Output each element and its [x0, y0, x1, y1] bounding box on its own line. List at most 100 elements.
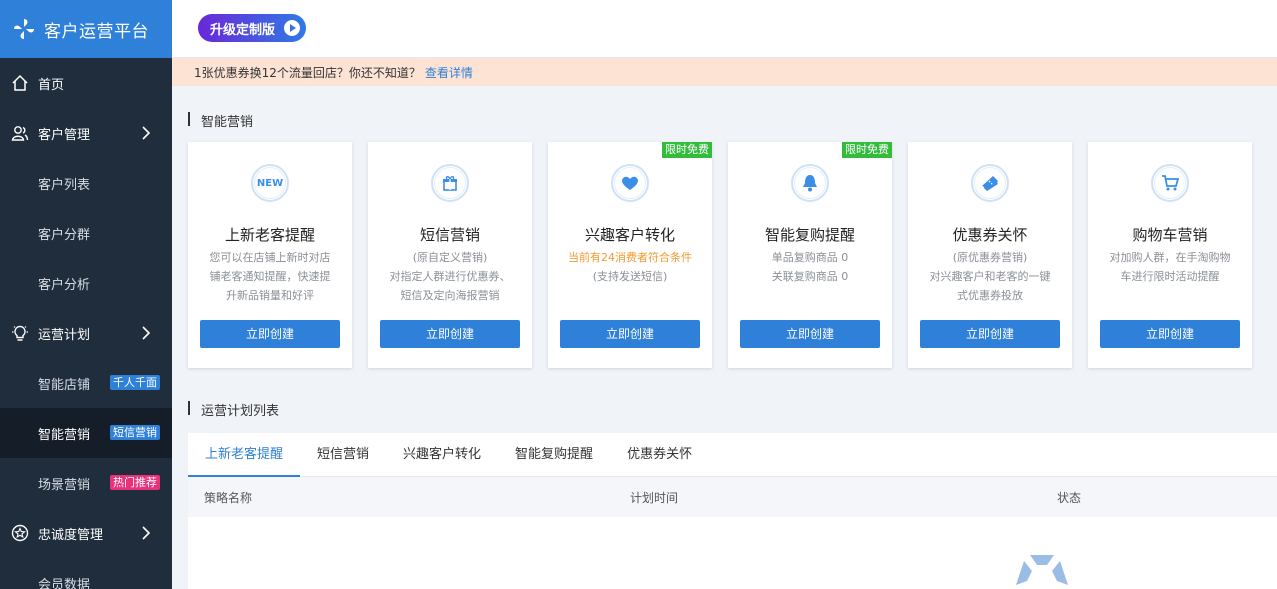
card-title: 短信营销 — [419, 226, 480, 244]
card-description-line: 式优惠券投放 — [957, 289, 1023, 302]
column-header-status: 状态 — [1057, 491, 1082, 505]
card-description-line: 车进行限时活动提醒 — [1120, 270, 1220, 283]
star-circle-icon — [10, 523, 30, 543]
lightbulb-icon — [10, 323, 30, 343]
user-group-icon — [10, 123, 30, 143]
sidebar-item-label: 场景营销 — [38, 477, 91, 493]
sidebar-item-label: 智能营销 — [38, 427, 91, 443]
sidebar: 客户运营平台 首页 客户管理 客户列表 客户分群 客户分析 运营计划 智能店铺 … — [0, 0, 172, 589]
sidebar-item-label: 忠诚度管理 — [38, 527, 104, 543]
heart-icon — [611, 164, 649, 202]
sidebar-item-smart-marketing[interactable]: 智能营销 短信营销 — [0, 408, 172, 458]
plan-tab[interactable]: 优惠券关怀 — [610, 433, 709, 476]
create-now-button[interactable]: 立即创建 — [740, 320, 880, 348]
brand[interactable]: 客户运营平台 — [0, 0, 172, 58]
marketing-card: 限时免费智能复购提醒单品复购商品 0 关联复购商品 0 立即创建 — [728, 142, 892, 368]
free-ribbon: 限时免费 — [662, 142, 712, 158]
marketing-card: 限时免费兴趣客户转化当前有24消费者符合条件 (支持发送短信) 立即创建 — [548, 142, 712, 368]
card-title: 兴趣客户转化 — [584, 226, 675, 244]
bell-icon — [791, 164, 829, 202]
card-description-line: (支持发送短信) — [592, 270, 668, 283]
create-now-button[interactable]: 立即创建 — [380, 320, 520, 348]
pinwheel-logo-icon — [14, 19, 34, 39]
marketing-card: 短信营销 (原自定义营销) 对指定人群进行优惠券、 短信及定向海报营销立即创建 — [368, 142, 532, 368]
smart-marketing-badge: 短信营销 — [110, 425, 160, 440]
sidebar-item-loyalty-mgmt[interactable]: 忠诚度管理 — [0, 508, 172, 558]
plan-list-panel: 上新老客提醒 短信营销 兴趣客户转化 智能复购提醒 优惠券关怀 策略名称 计划时间 状态 — [188, 433, 1277, 589]
card-description-line: 短信及定向海报营销 — [400, 289, 500, 302]
sidebar-item-label: 客户分群 — [38, 227, 91, 243]
plan-list-section-title: 运营计划列表 — [188, 400, 279, 419]
notice-detail-link[interactable]: 查看详情 — [425, 64, 473, 81]
sidebar-item-customer-mgmt[interactable]: 客户管理 — [0, 108, 172, 158]
marketing-card: 优惠券关怀 (原优惠券营销) 对兴趣客户和老客的一键 式优惠券投放立即创建 — [908, 142, 1072, 368]
plan-tab[interactable]: 短信营销 — [300, 433, 386, 476]
column-header-time: 计划时间 — [630, 491, 679, 505]
card-title: 上新老客提醒 — [224, 226, 315, 244]
sidebar-item-label: 客户列表 — [38, 177, 91, 193]
column-header-strategy: 策略名称 — [204, 491, 253, 505]
smart-marketing-section-title: 智能营销 — [188, 111, 253, 130]
top-header: 升级定制版 — [172, 0, 1277, 58]
notice-text: 1张优惠券换12个流量回店？你还不知道？ — [194, 65, 421, 80]
smart-store-badge: 千人千面 — [110, 375, 160, 390]
upgrade-button[interactable]: 升级定制版 — [198, 14, 306, 42]
chevron-right-icon — [142, 526, 151, 540]
card-description-line: 对兴趣客户和老客的一键 — [929, 270, 1051, 283]
card-description: (原自定义营销) 对指定人群进行优惠券、 短信及定向海报营销 — [382, 248, 518, 305]
upgrade-label: 升级定制版 — [210, 22, 276, 38]
sidebar-item-scene-marketing[interactable]: 场景营销 热门推荐 — [0, 458, 172, 508]
sidebar-item-home[interactable]: 首页 — [0, 58, 172, 108]
sidebar-item-customer-group[interactable]: 客户分群 — [0, 208, 172, 258]
card-description: 当前有24消费者符合条件 (支持发送短信) — [562, 248, 698, 286]
plan-tabs: 上新老客提醒 短信营销 兴趣客户转化 智能复购提醒 优惠券关怀 — [188, 433, 1277, 477]
card-title: 智能复购提醒 — [764, 226, 855, 244]
card-title: 优惠券关怀 — [952, 226, 1028, 244]
sidebar-item-label: 首页 — [38, 77, 65, 93]
plan-tab[interactable]: 智能复购提醒 — [498, 433, 610, 476]
gift-icon — [431, 164, 469, 202]
table-header: 策略名称 计划时间 状态 — [188, 477, 1277, 517]
sidebar-item-customer-analysis[interactable]: 客户分析 — [0, 258, 172, 308]
card-description-line: 对指定人群进行优惠券、 — [389, 270, 511, 283]
create-now-button[interactable]: 立即创建 — [200, 320, 340, 348]
card-description-line: 铺老客通知提醒，快速提 — [209, 270, 331, 283]
notice-bar: 1张优惠券换12个流量回店？你还不知道？ 查看详情 — [172, 58, 1277, 86]
card-description-line: 您可以在店铺上新时对店 — [209, 251, 331, 264]
marketing-card: 购物车营销对加购人群，在手淘购物 车进行限时活动提醒立即创建 — [1088, 142, 1252, 368]
card-description-line: 对加购人群，在手淘购物 — [1109, 251, 1231, 264]
icon-label: NEW — [255, 168, 285, 198]
chevron-right-icon — [142, 326, 151, 340]
card-description: 对加购人群，在手淘购物 车进行限时活动提醒 — [1102, 248, 1238, 286]
sidebar-item-member-data[interactable]: 会员数据 — [0, 558, 172, 589]
ticket-icon — [971, 164, 1009, 202]
card-description: 您可以在店铺上新时对店 铺老客通知提醒，快速提 升新品销量和好评 — [202, 248, 338, 305]
free-ribbon: 限时免费 — [842, 142, 892, 158]
plan-tab[interactable]: 兴趣客户转化 — [386, 433, 498, 476]
card-description-line: (原自定义营销) — [412, 251, 488, 264]
card-description-line: 关联复购商品 0 — [771, 270, 849, 283]
sidebar-item-label: 客户分析 — [38, 277, 91, 293]
sidebar-item-label: 客户管理 — [38, 127, 91, 143]
create-now-button[interactable]: 立即创建 — [1100, 320, 1240, 348]
marketing-card: NEW 上新老客提醒您可以在店铺上新时对店 铺老客通知提醒，快速提 升新品销量和好评立… — [188, 142, 352, 368]
cart-icon — [1151, 164, 1189, 202]
new-icon: NEW — [251, 164, 289, 202]
card-description: (原优惠券营销) 对兴趣客户和老客的一键 式优惠券投放 — [922, 248, 1058, 305]
sidebar-item-smart-store[interactable]: 智能店铺 千人千面 — [0, 358, 172, 408]
card-title: 购物车营销 — [1132, 226, 1208, 244]
sidebar-item-ops-plan[interactable]: 运营计划 — [0, 308, 172, 358]
plan-tab[interactable]: 上新老客提醒 — [188, 433, 301, 477]
sidebar-item-label: 智能店铺 — [38, 377, 91, 393]
card-description-line: 单品复购商品 0 — [771, 251, 849, 264]
play-circle-icon — [284, 20, 300, 36]
card-description-line: 升新品销量和好评 — [226, 289, 314, 302]
sidebar-item-label: 会员数据 — [38, 577, 91, 589]
app-title: 客户运营平台 — [44, 21, 149, 42]
create-now-button[interactable]: 立即创建 — [920, 320, 1060, 348]
chevron-right-icon — [142, 126, 151, 140]
loading-spinner-icon — [1016, 555, 1068, 585]
sidebar-item-customer-list[interactable]: 客户列表 — [0, 158, 172, 208]
card-description-line: (原优惠券营销) — [952, 251, 1028, 264]
create-now-button[interactable]: 立即创建 — [560, 320, 700, 348]
